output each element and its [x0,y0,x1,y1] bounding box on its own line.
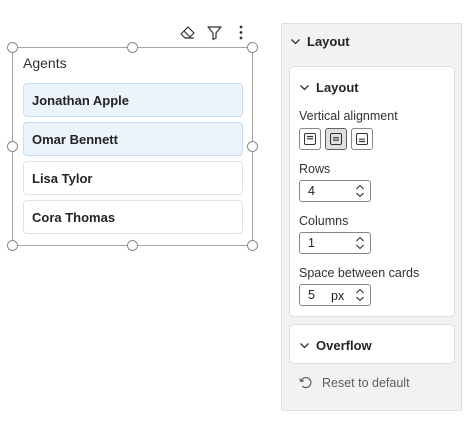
layout-card-header[interactable]: Layout [282,24,461,59]
rows-stepper[interactable]: 4 [299,180,371,202]
slicer-card-label: Omar Bennett [32,131,118,147]
layout-section: Layout Vertical alignment Rows 4 Columns… [289,66,455,317]
align-bottom-icon [356,133,368,145]
stepper-arrows-icon [356,184,364,198]
resize-handle-bottom[interactable] [127,240,138,251]
align-middle-button[interactable] [325,128,347,150]
chevron-down-icon [299,340,310,351]
stepper-arrows-icon [356,236,364,250]
layout-section-title: Layout [316,79,359,95]
resize-handle-left[interactable] [7,141,18,152]
vertical-alignment-label: Vertical alignment [299,109,398,123]
eraser-icon[interactable] [178,23,196,41]
overflow-section-title: Overflow [316,337,372,353]
layout-card-title: Layout [307,34,350,49]
rows-label: Rows [299,162,331,176]
resize-handle-bottom-right[interactable] [247,240,258,251]
columns-value: 1 [308,236,315,250]
space-between-cards-stepper[interactable]: 5 px [299,284,371,306]
resize-handle-bottom-left[interactable] [7,240,18,251]
space-between-cards-label: Space between cards [299,266,420,280]
resize-handle-top-left[interactable] [7,42,18,53]
format-pane: Layout Layout Vertical alignment Rows 4 [281,23,462,411]
resize-handle-top-right[interactable] [247,42,258,53]
slicer-card-lisa-tylor[interactable]: Lisa Tylor [23,161,243,195]
columns-stepper[interactable]: 1 [299,232,371,254]
chevron-down-icon [290,36,301,47]
overflow-section-header[interactable]: Overflow [290,325,454,365]
slicer-card-label: Cora Thomas [32,209,116,225]
overflow-section[interactable]: Overflow [289,324,455,364]
reset-to-default-label: Reset to default [322,375,410,390]
resize-handle-top[interactable] [127,42,138,53]
more-options-icon[interactable] [232,23,250,41]
reset-icon [299,377,312,389]
layout-section-header[interactable]: Layout [290,67,454,107]
visual-header-toolbar [178,22,250,42]
filter-icon[interactable] [205,23,223,41]
align-bottom-button[interactable] [351,128,373,150]
space-unit-label: px [331,289,345,303]
agents-slicer-visual[interactable]: Agents Jonathan Apple Omar Bennett Lisa … [12,47,253,246]
slicer-card-omar-bennett[interactable]: Omar Bennett [23,122,243,156]
align-top-button[interactable] [299,128,321,150]
align-middle-icon [330,133,342,145]
slicer-card-label: Jonathan Apple [32,92,130,108]
resize-handle-right[interactable] [247,141,258,152]
chevron-down-icon [299,82,310,93]
slicer-title: Agents [23,55,67,71]
align-top-icon [304,133,316,145]
stepper-arrows-icon [356,288,364,302]
slicer-card-cora-thomas[interactable]: Cora Thomas [23,200,243,234]
space-between-cards-value: 5 [308,288,315,302]
slicer-card-jonathan-apple[interactable]: Jonathan Apple [23,83,243,117]
rows-value: 4 [308,184,315,198]
reset-to-default-button[interactable]: Reset to default [298,375,410,390]
slicer-card-label: Lisa Tylor [32,170,93,186]
vertical-alignment-group [299,128,373,150]
columns-label: Columns [299,214,349,228]
